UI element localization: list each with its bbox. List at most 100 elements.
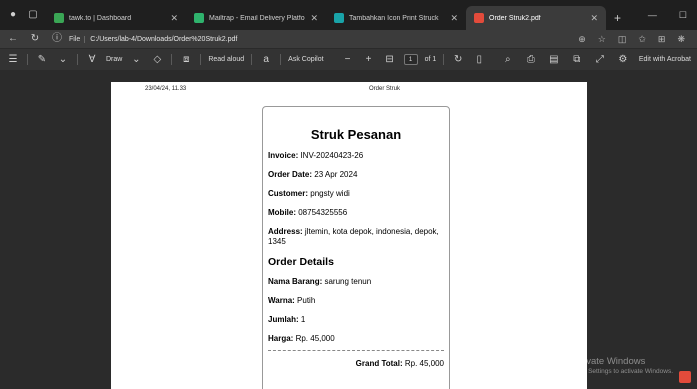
copilot-icon[interactable]: ❋ <box>677 34 685 45</box>
zoom-in-icon[interactable]: + <box>362 53 376 67</box>
page-number-input[interactable]: 1 <box>403 54 418 65</box>
info-icon: ⓘ <box>52 33 62 44</box>
zoom-out-icon[interactable]: − <box>341 53 355 67</box>
adobe-acrobat-icon[interactable] <box>679 371 691 383</box>
tab-tambahkan[interactable]: Tambahkan Icon Print Struck ✕ <box>326 6 466 30</box>
price-value: Rp. 45,000 <box>293 334 335 343</box>
divider <box>27 54 28 65</box>
invoice-label: Invoice: <box>268 151 299 160</box>
tab-tawkto[interactable]: tawk.to | Dashboard ✕ <box>46 6 186 30</box>
split-screen-icon[interactable]: ◫ <box>618 34 627 45</box>
order-details-heading: Order Details <box>268 256 334 268</box>
grand-total-value: Rp. 45,000 <box>402 359 444 368</box>
receipt-title: Struk Pesanan <box>310 127 402 142</box>
address-bar: ← ↻ ⓘ File C:/Users/lab-4/Downloads/Orde… <box>0 30 697 48</box>
close-tab-icon[interactable]: ✕ <box>450 13 458 24</box>
favorite-star-icon[interactable]: ☆ <box>598 34 606 45</box>
refresh-icon[interactable]: ↻ <box>28 32 42 46</box>
draw-button[interactable]: Draw <box>106 56 122 63</box>
close-tab-icon[interactable]: ✕ <box>310 13 318 24</box>
pdf-toolbar: ☰ ✎ ⌄ ∀ Draw ⌄ ◇ ⧈ Read aloud a Ask Copi… <box>0 48 697 70</box>
favorites-icon[interactable]: ✩ <box>638 34 646 45</box>
order-date-line: Order Date: 23 Apr 2024 <box>268 170 444 180</box>
ask-copilot-button[interactable]: Ask Copilot <box>288 56 323 63</box>
workspaces-icon[interactable]: ▢ <box>26 8 40 22</box>
maximize-icon[interactable]: ☐ <box>679 10 687 21</box>
url-field[interactable]: ⓘ File C:/Users/lab-4/Downloads/Order%20… <box>50 32 570 46</box>
divider <box>200 54 202 65</box>
edit-with-acrobat-button[interactable]: Edit with Acrobat <box>639 56 691 63</box>
page-total-label: of 1 <box>424 56 437 63</box>
address-label: Address: <box>268 227 303 236</box>
profile-avatar-icon[interactable]: ● <box>6 8 20 22</box>
zoom-icon[interactable]: ⊕ <box>578 34 586 45</box>
color-line: Warna: Putih <box>268 296 444 306</box>
quantity-label: Jumlah: <box>268 315 299 324</box>
pdf-favicon-icon <box>474 13 484 23</box>
divider <box>443 54 445 65</box>
pdf-toolbar-right: ⌕ ⎙ ▤ ⧉ ⤢ ⚙ Edit with Acrobat <box>501 53 691 67</box>
divider <box>77 54 78 65</box>
tab-order-struk[interactable]: Order Struk2.pdf ✕ <box>466 6 606 30</box>
watermark-title: Activate Windows <box>570 356 646 367</box>
pdf-viewer[interactable]: 23/04/24, 11.33 Order Struk Struk Pesana… <box>0 70 697 389</box>
chevron-down-icon[interactable]: ⌄ <box>129 53 143 67</box>
back-icon[interactable]: ← <box>6 32 20 46</box>
item-name-label: Nama Barang: <box>268 277 323 286</box>
color-value: Putih <box>294 296 316 305</box>
tab-mailtrap[interactable]: Mailtrap - Email Delivery Platform ✕ <box>186 6 326 30</box>
customer-label: Customer: <box>268 189 309 198</box>
price-label: Harga: <box>268 334 294 343</box>
tab-bar: ● ▢ tawk.to | Dashboard ✕ Mailtrap - Ema… <box>0 0 697 30</box>
settings-gear-icon[interactable]: ⚙ <box>616 53 630 67</box>
tab-title: Tambahkan Icon Print Struck <box>349 14 439 22</box>
grand-total-label: Grand Total: <box>355 359 403 368</box>
page-view-icon[interactable]: ▯ <box>472 53 486 67</box>
quantity-value: 1 <box>298 315 306 324</box>
eraser-icon[interactable]: ◇ <box>150 53 164 67</box>
address-line: Address: jltemin, kota depok, indonesia,… <box>268 227 444 247</box>
url-text: C:/Users/lab-4/Downloads/Order%20Struk2.… <box>90 35 238 43</box>
invoice-line: Invoice: INV-20240423-26 <box>268 151 444 161</box>
customer-line: Customer: pngsty widi <box>268 189 444 199</box>
collections-icon[interactable]: ⊞ <box>658 34 666 45</box>
window-controls: — ☐ <box>638 0 697 30</box>
minimize-icon[interactable]: — <box>648 10 657 20</box>
mobile-line: Mobile: 08754325556 <box>268 208 444 218</box>
grand-total-line: Grand Total: Rp. 45,000 <box>268 359 444 368</box>
save-icon[interactable]: ▤ <box>547 53 561 67</box>
divider <box>280 54 282 65</box>
order-date-value: 23 Apr 2024 <box>312 170 358 179</box>
print-icon[interactable]: ⎙ <box>524 53 538 67</box>
watermark-subtitle: Go to Settings to activate Windows. <box>570 368 673 375</box>
divider <box>171 54 173 65</box>
search-icon[interactable]: ⌕ <box>501 53 515 67</box>
chevron-down-icon[interactable]: ⌄ <box>56 53 70 67</box>
highlight-icon[interactable]: ✎ <box>35 53 49 67</box>
contents-icon[interactable]: ☰ <box>6 53 20 67</box>
close-tab-icon[interactable]: ✕ <box>170 13 178 24</box>
receipt-card: Struk Pesanan Invoice: INV-20240423-26 O… <box>262 106 450 389</box>
text-icon[interactable]: ⧈ <box>179 53 193 67</box>
mobile-value: 08754325556 <box>296 208 348 217</box>
address-bar-actions: ⊕ ☆ ◫ ✩ ⊞ ❋ <box>578 34 691 45</box>
fullscreen-icon[interactable]: ⤢ <box>593 53 607 67</box>
save-as-icon[interactable]: ⧉ <box>570 53 584 67</box>
item-name-line: Nama Barang: sarung tenun <box>268 277 444 287</box>
rotate-icon[interactable]: ↻ <box>451 53 465 67</box>
new-tab-button[interactable]: + <box>606 6 629 30</box>
quantity-line: Jumlah: 1 <box>268 315 444 325</box>
item-name-value: sarung tenun <box>322 277 372 286</box>
activate-windows-watermark: Activate Windows Go to Settings to activ… <box>570 356 673 375</box>
read-aloud-button[interactable]: Read aloud <box>208 56 244 63</box>
close-tab-icon[interactable]: ✕ <box>590 13 598 24</box>
tawkto-favicon-icon <box>54 13 64 23</box>
translate-icon[interactable]: a <box>259 53 273 67</box>
draw-icon[interactable]: ∀ <box>85 53 99 67</box>
fit-page-icon[interactable]: ⊟ <box>383 53 397 67</box>
tab-bar-leading: ● ▢ <box>0 0 46 30</box>
mobile-label: Mobile: <box>268 208 296 217</box>
page-doc-header: Order Struk <box>369 86 401 92</box>
page-date-header: 23/04/24, 11.33 <box>145 86 187 92</box>
tab-title: tawk.to | Dashboard <box>69 14 132 22</box>
